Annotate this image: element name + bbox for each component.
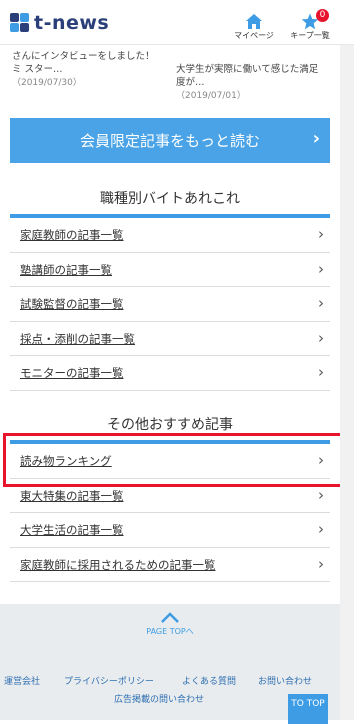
other-section-title: その他おすすめ記事 xyxy=(107,417,233,433)
chevron-right-icon: › xyxy=(318,363,324,381)
page-top-link[interactable]: PAGE TOPへ xyxy=(0,612,340,637)
chevron-right-icon: › xyxy=(318,554,324,573)
footer-link-ads[interactable]: 広告掲載の問い合わせ xyxy=(114,692,204,705)
list-item-todai-feature[interactable]: 東大特集の記事一覧 › xyxy=(10,479,330,513)
list-item-label: 採点・添削の記事一覧 xyxy=(20,331,135,346)
mypage-button[interactable]: マイページ xyxy=(232,12,276,41)
keep-list-label: キープ一覧 xyxy=(290,31,330,40)
list-item-label: 家庭教師の記事一覧 xyxy=(20,228,124,242)
footer-link-privacy[interactable]: プライバシーポリシー xyxy=(64,674,154,687)
footer-link-contact[interactable]: お問い合わせ xyxy=(258,674,312,687)
chevron-right-icon: › xyxy=(318,485,324,504)
chevron-right-icon: › xyxy=(318,294,324,312)
list-item-label: 東大特集の記事一覧 xyxy=(20,488,124,503)
job-section-title: 職種別バイトあれこれ xyxy=(100,191,240,207)
snippet-date: （2019/07/30） xyxy=(12,78,82,88)
list-item-label: 読み物ランキング xyxy=(20,454,112,468)
scrollbar[interactable] xyxy=(340,44,354,720)
footer-link-company[interactable]: 運営会社 xyxy=(4,674,40,687)
mypage-label: マイページ xyxy=(234,31,274,40)
list-item-label: 家庭教師に採用されるための記事一覧 xyxy=(20,557,216,572)
list-item-label: 大学生活の記事一覧 xyxy=(20,523,124,537)
chevron-right-icon: › xyxy=(318,328,324,347)
snippet-date: （2019/07/01） xyxy=(176,91,246,101)
members-read-more-label: 会員限定記事をもっと読む xyxy=(79,132,260,150)
list-item-grading[interactable]: 採点・添削の記事一覧 › xyxy=(10,322,330,356)
list-item-cram-school[interactable]: 塾講師の記事一覧 › xyxy=(10,253,330,287)
article-snippet-left[interactable]: さんにインタビューをしました！ミ スター… （2019/07/30） xyxy=(12,50,162,90)
list-item-label: モニターの記事一覧 xyxy=(20,366,124,380)
list-item-tutor[interactable]: 家庭教師の記事一覧 › xyxy=(10,218,330,253)
logo-text: t-news xyxy=(34,12,110,34)
chevron-right-icon: › xyxy=(318,520,324,538)
members-read-more-button[interactable]: 会員限定記事をもっと読む › xyxy=(10,118,330,163)
page-top-label: PAGE TOPへ xyxy=(146,627,194,636)
list-item-label: 試験監督の記事一覧 xyxy=(20,297,124,311)
logo-icon xyxy=(10,13,30,33)
job-article-list: 家庭教師の記事一覧 › 塾講師の記事一覧 › 試験監督の記事一覧 › 採点・添削… xyxy=(10,218,330,391)
list-item-label: 塾講師の記事一覧 xyxy=(20,262,112,277)
site-header: t-news マイページ 0 キープ一覧 xyxy=(0,0,354,45)
list-item-tutor-hiring[interactable]: 家庭教師に採用されるための記事一覧 › xyxy=(10,548,330,582)
list-item-ranking[interactable]: 読み物ランキング › xyxy=(10,444,330,479)
list-item-monitor[interactable]: モニターの記事一覧 › xyxy=(10,356,330,391)
other-article-list: 読み物ランキング › 東大特集の記事一覧 › 大学生活の記事一覧 › 家庭教師に… xyxy=(10,444,330,582)
home-icon xyxy=(232,12,276,30)
list-item-exam-proctor[interactable]: 試験監督の記事一覧 › xyxy=(10,287,330,322)
keep-count-badge: 0 xyxy=(316,9,329,22)
snippet-text: さんにインタビューをしました！ミ スター… xyxy=(12,51,155,75)
list-item-campus-life[interactable]: 大学生活の記事一覧 › xyxy=(10,513,330,548)
footer-link-faq[interactable]: よくある質問 xyxy=(182,674,236,687)
snippet-text: 大学生が実際に働いて感じた満足度が… xyxy=(176,64,319,88)
keep-list-button[interactable]: 0 キープ一覧 xyxy=(286,9,334,41)
chevron-right-icon: › xyxy=(318,225,324,243)
chevron-up-icon xyxy=(161,612,179,623)
article-snippet-right[interactable]: 大学生が実際に働いて感じた満足度が… （2019/07/01） xyxy=(176,63,326,103)
chevron-right-icon: › xyxy=(318,259,324,278)
site-logo[interactable]: t-news xyxy=(10,12,109,34)
chevron-right-icon: › xyxy=(318,451,324,469)
chevron-right-icon: › xyxy=(312,128,320,149)
